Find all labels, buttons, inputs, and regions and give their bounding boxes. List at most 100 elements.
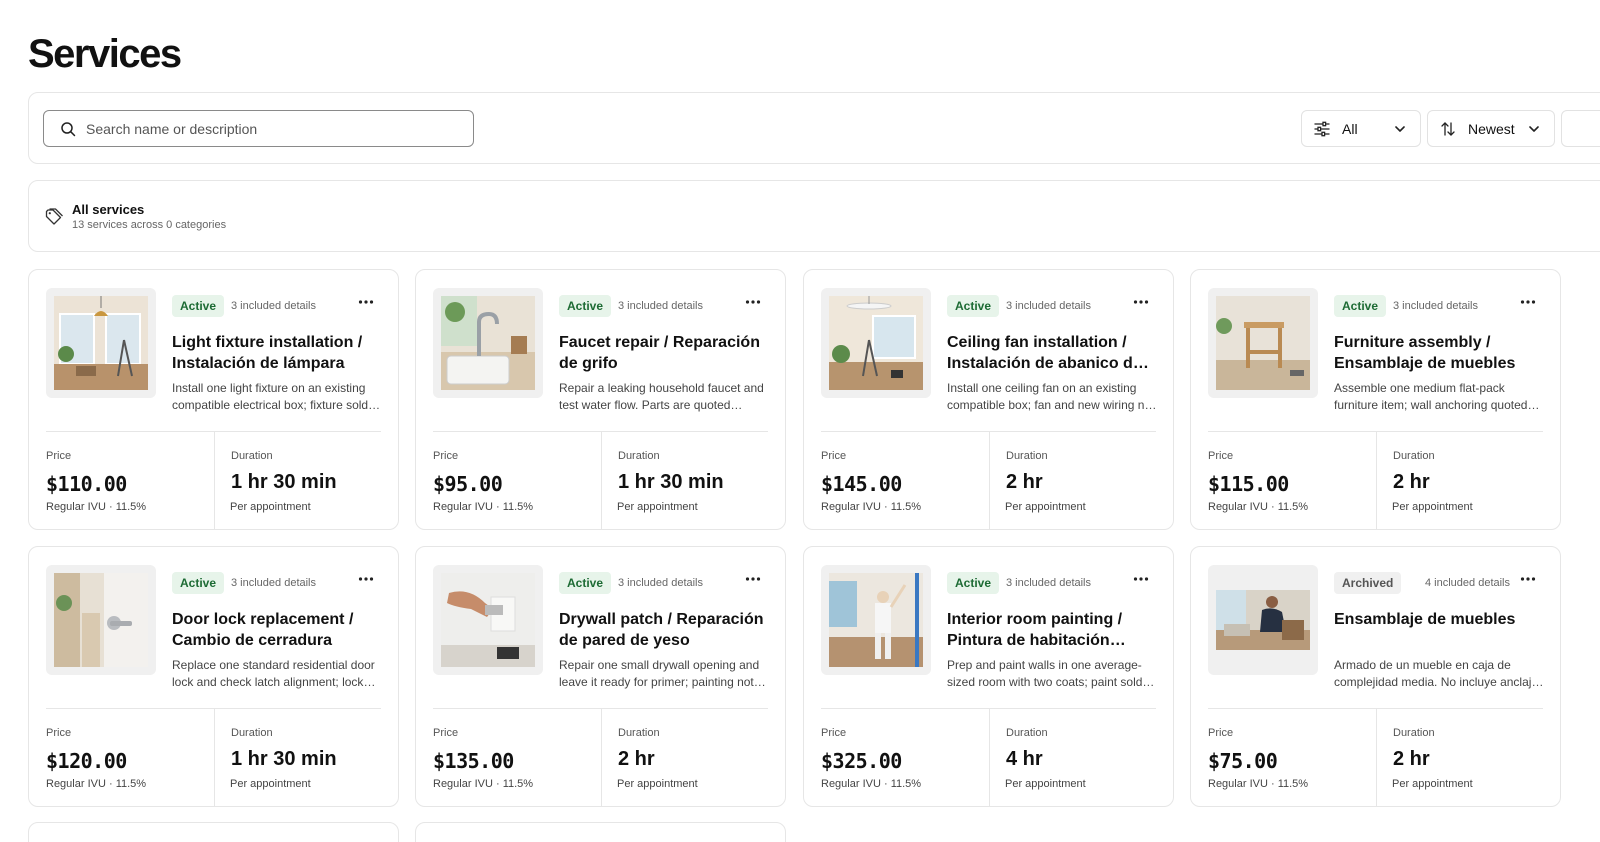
- service-card[interactable]: Active 3 included details Drywall patch …: [415, 546, 786, 807]
- service-thumbnail: [46, 288, 156, 398]
- service-card[interactable]: Active 3 included details Interior room …: [803, 546, 1174, 807]
- duration-value: 2 hr: [1393, 471, 1430, 493]
- search-box[interactable]: [43, 110, 474, 147]
- service-card-peek: [28, 822, 399, 842]
- furniture-photo: [1216, 296, 1310, 390]
- per-appointment-label: Per appointment: [1392, 778, 1473, 790]
- service-title[interactable]: Ensamblaje de muebles: [1334, 609, 1544, 630]
- duration-label: Duration: [231, 450, 273, 462]
- toolbar: All Newest: [28, 92, 1600, 164]
- status-badge: Active: [559, 295, 612, 317]
- price-label: Price: [821, 727, 847, 739]
- category-bar[interactable]: All services 13 services across 0 catego…: [28, 180, 1600, 252]
- service-description: Install one ceiling fan on an existing c…: [947, 381, 1155, 412]
- service-card[interactable]: Active 3 included details Door lock repl…: [28, 546, 399, 807]
- more-options-button[interactable]: [354, 292, 378, 312]
- service-thumbnail: [433, 288, 543, 398]
- tax-label: Regular IVU · 11.5%: [821, 778, 922, 790]
- more-options-button[interactable]: [1516, 292, 1540, 312]
- per-appointment-label: Per appointment: [1392, 501, 1473, 513]
- service-card[interactable]: Active 3 included details Light fixture …: [28, 269, 399, 530]
- more-horizontal-icon: [745, 577, 761, 581]
- service-description: Repair a leaking household faucet and te…: [559, 381, 764, 412]
- service-card[interactable]: Active 3 included details Ceiling fan in…: [803, 269, 1174, 530]
- sort-label: Newest: [1468, 120, 1515, 137]
- status-filter-label: All: [1342, 120, 1358, 137]
- price-value: $325.00: [821, 749, 902, 773]
- per-appointment-label: Per appointment: [1005, 778, 1086, 790]
- service-title[interactable]: Drywall patch / Reparación de pared de y…: [559, 609, 769, 651]
- service-thumbnail: [821, 565, 931, 675]
- divider: [989, 709, 990, 806]
- included-details: 3 included details: [231, 300, 317, 312]
- divider: [214, 432, 215, 529]
- page-title: Services: [28, 32, 182, 76]
- status-badge: Active: [947, 295, 1000, 317]
- service-description: Prep and paint walls in one average-size…: [947, 658, 1143, 689]
- price-label: Price: [46, 450, 72, 462]
- tag-icon: [45, 208, 63, 225]
- included-details: 3 included details: [231, 577, 317, 589]
- per-appointment-label: Per appointment: [617, 501, 698, 513]
- room-fan-photo: [829, 296, 923, 390]
- more-options-button[interactable]: [354, 569, 378, 589]
- status-badge: Active: [947, 572, 1000, 594]
- divider: [601, 709, 602, 806]
- door-lock-photo: [54, 573, 148, 667]
- more-options-button[interactable]: [1129, 569, 1153, 589]
- tax-label: Regular IVU · 11.5%: [433, 778, 534, 790]
- status-filter-select[interactable]: All: [1301, 110, 1421, 147]
- price-value: $110.00: [46, 472, 127, 496]
- price-label: Price: [46, 727, 72, 739]
- service-title[interactable]: Light fixture installation / Instalación…: [172, 332, 382, 374]
- duration-label: Duration: [231, 727, 273, 739]
- service-title[interactable]: Interior room painting / Pintura de habi…: [947, 609, 1157, 651]
- sort-select[interactable]: Newest: [1427, 110, 1555, 147]
- service-thumbnail: [821, 288, 931, 398]
- status-badge: Archived: [1334, 572, 1402, 594]
- service-description: Replace one standard residential door lo…: [172, 658, 375, 689]
- included-details: 3 included details: [618, 577, 704, 589]
- category-title: All services: [72, 202, 145, 217]
- service-description: Assemble one medium flat-pack furniture …: [1334, 381, 1528, 412]
- more-horizontal-icon: [1133, 577, 1149, 581]
- service-description: Repair one small drywall opening and lea…: [559, 658, 760, 689]
- included-details: 3 included details: [618, 300, 704, 312]
- service-title[interactable]: Ceiling fan installation / Instalación d…: [947, 332, 1157, 374]
- price-label: Price: [433, 450, 459, 462]
- price-label: Price: [433, 727, 459, 739]
- included-details: 3 included details: [1006, 300, 1092, 312]
- price-value: $145.00: [821, 472, 902, 496]
- sort-arrows-icon: [1441, 121, 1455, 136]
- duration-value: 4 hr: [1006, 748, 1043, 770]
- divider: [989, 432, 990, 529]
- price-value: $95.00: [433, 472, 503, 496]
- search-input[interactable]: [86, 120, 466, 137]
- per-appointment-label: Per appointment: [1005, 501, 1086, 513]
- price-value: $75.00: [1208, 749, 1278, 773]
- more-options-button[interactable]: [741, 292, 765, 312]
- service-card[interactable]: Active 3 included details Furniture asse…: [1190, 269, 1561, 530]
- more-horizontal-icon: [1520, 300, 1536, 304]
- duration-label: Duration: [618, 727, 660, 739]
- service-card[interactable]: Archived 4 included details Ensamblaje d…: [1190, 546, 1561, 807]
- chevron-down-icon: [1395, 126, 1405, 132]
- more-horizontal-icon: [1133, 300, 1149, 304]
- more-options-button[interactable]: [741, 569, 765, 589]
- tax-label: Regular IVU · 11.5%: [433, 501, 534, 513]
- room-lamp-photo: [54, 296, 148, 390]
- service-title[interactable]: Faucet repair / Reparación de grifo: [559, 332, 769, 374]
- view-toggle-button[interactable]: [1561, 110, 1600, 147]
- more-options-button[interactable]: [1516, 569, 1540, 589]
- painting-photo: [829, 573, 923, 667]
- kitchen-faucet-photo: [441, 296, 535, 390]
- search-icon: [61, 121, 76, 136]
- price-value: $120.00: [46, 749, 127, 773]
- duration-value: 1 hr 30 min: [618, 471, 724, 493]
- more-options-button[interactable]: [1129, 292, 1153, 312]
- service-title[interactable]: Furniture assembly / Ensamblaje de muebl…: [1334, 332, 1544, 374]
- duration-value: 1 hr 30 min: [231, 471, 337, 493]
- more-horizontal-icon: [745, 300, 761, 304]
- service-card[interactable]: Active 3 included details Faucet repair …: [415, 269, 786, 530]
- service-title[interactable]: Door lock replacement / Cambio de cerrad…: [172, 609, 382, 651]
